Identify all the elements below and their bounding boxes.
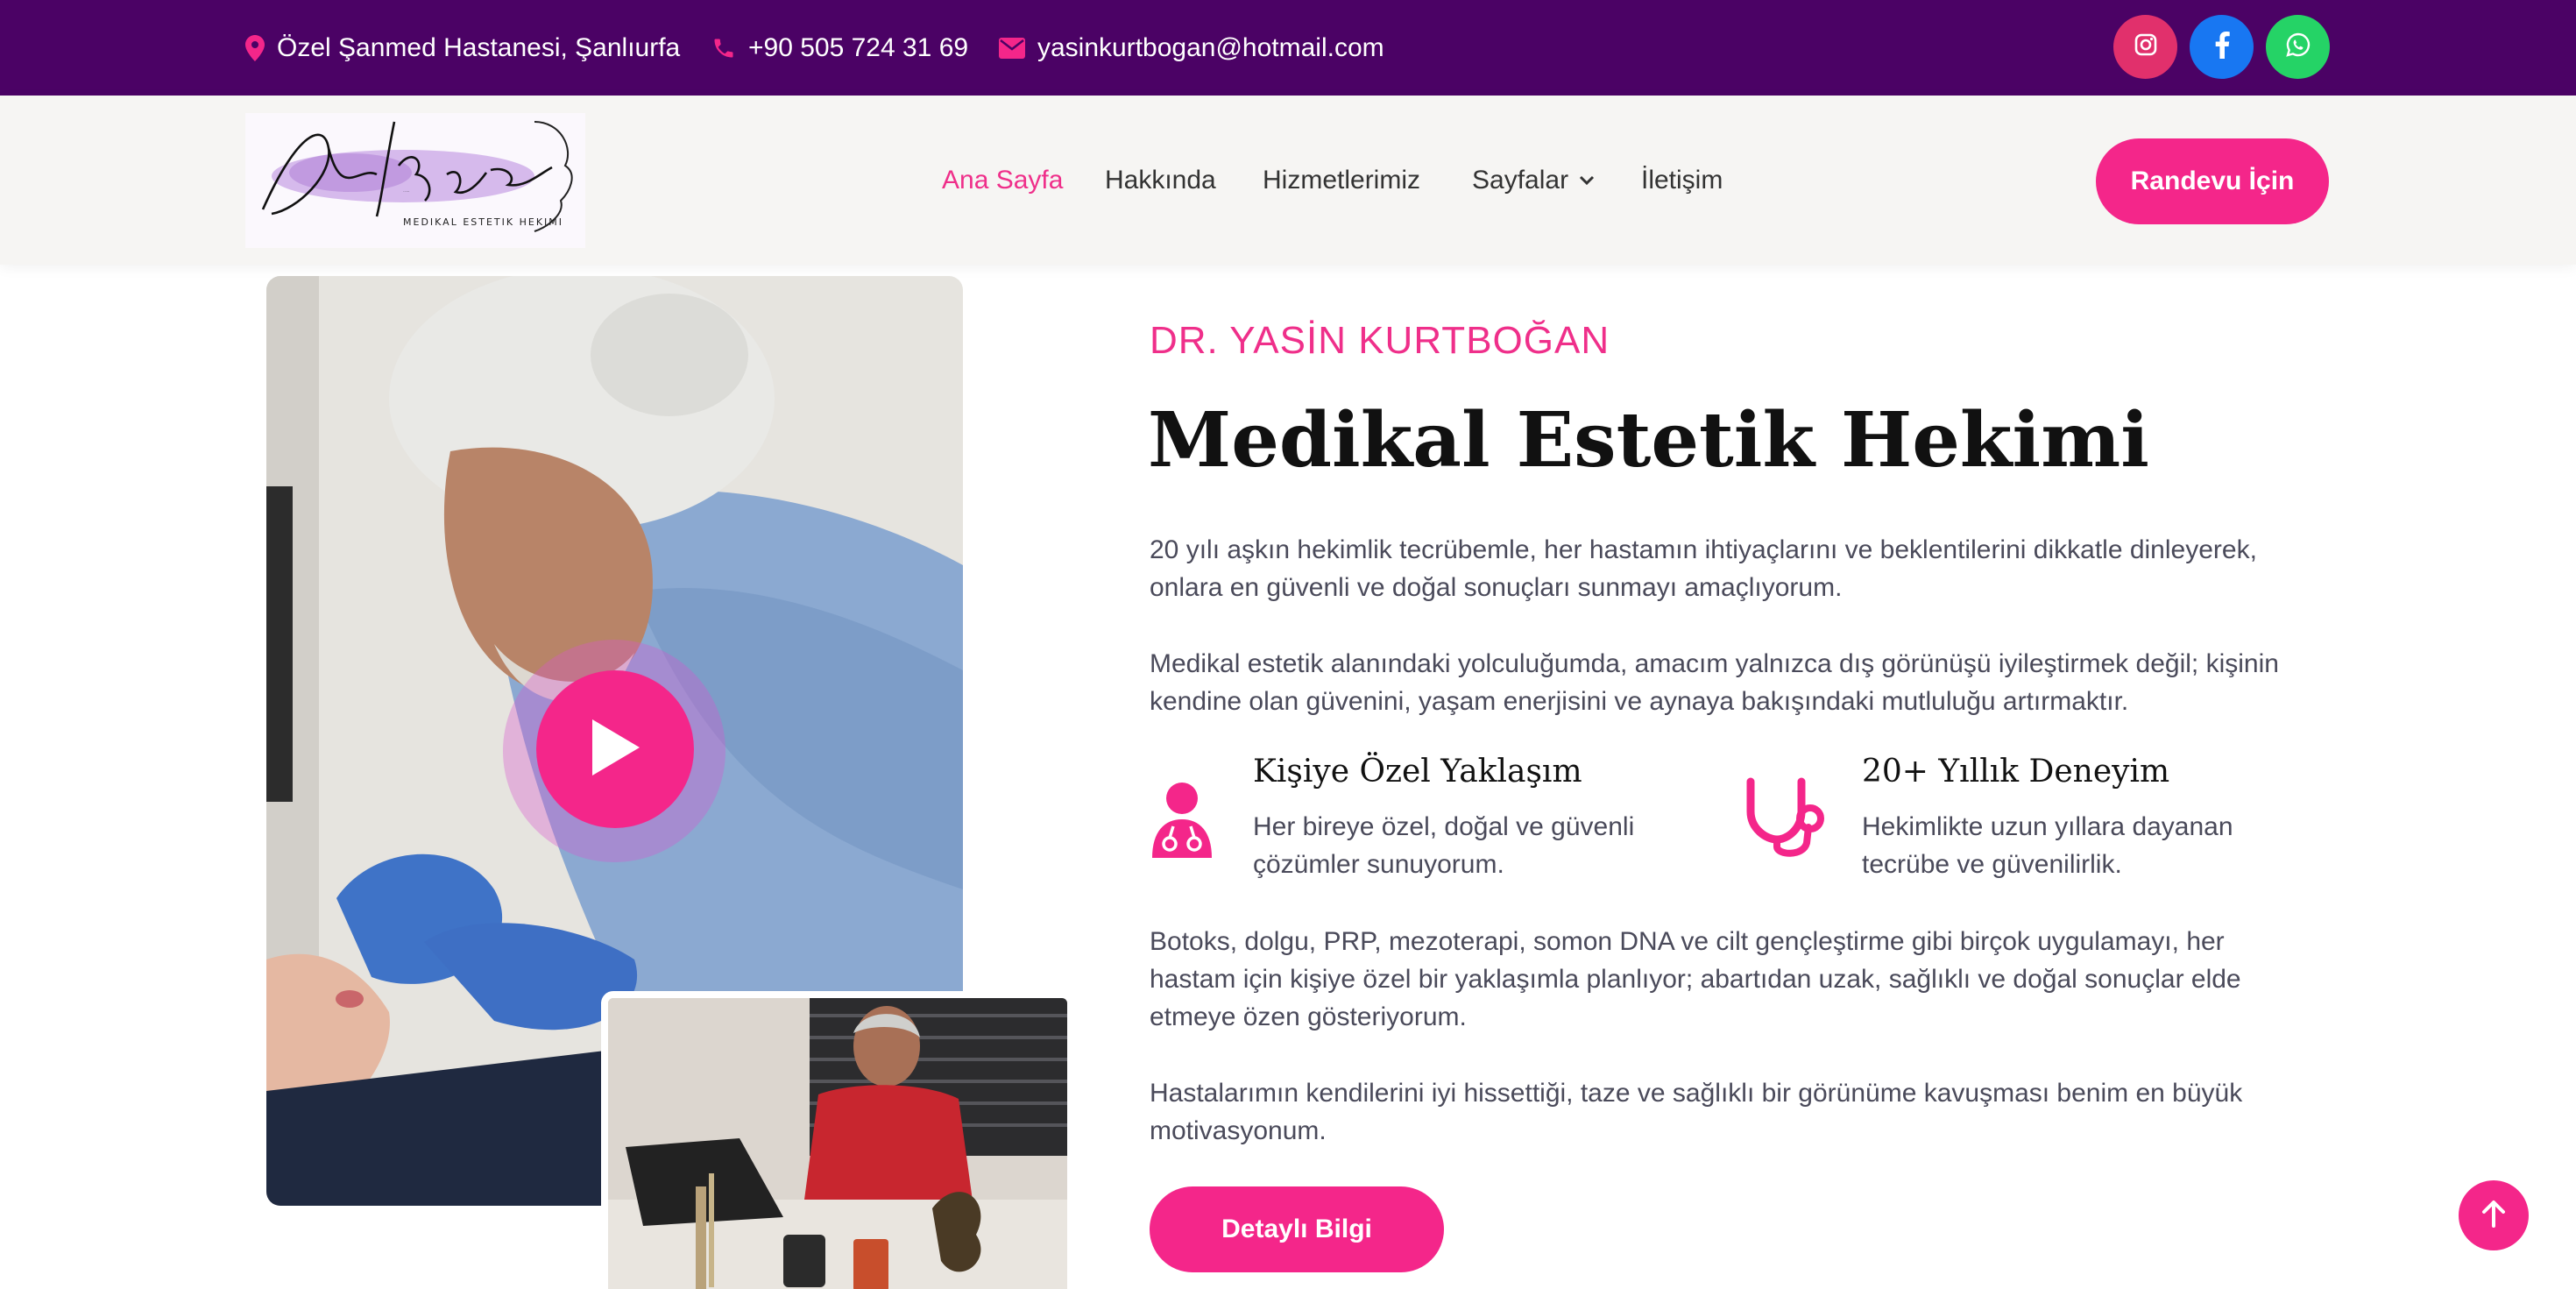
detail-info-button[interactable]: Detaylı Bilgi — [1150, 1186, 1444, 1272]
nav-services[interactable]: Hizmetlerimiz — [1263, 96, 1420, 265]
feature-title-personal: Kişiye Özel Yaklaşım — [1253, 754, 1582, 790]
doctor-office-photo — [601, 991, 1074, 1289]
appointment-button[interactable]: Randevu İçin — [2096, 138, 2329, 224]
feature-text-experience: Hekimlikte uzun yıllara dayanan tecrübe … — [1862, 812, 2233, 879]
phone-icon — [711, 36, 736, 60]
phone-item[interactable]: +90 505 724 31 69 — [711, 0, 968, 96]
facebook-button[interactable] — [2190, 15, 2254, 79]
logo-subtitle: MEDIKAL ESTETIK HEKIMI — [403, 216, 563, 228]
whatsapp-button[interactable] — [2266, 15, 2330, 79]
arrow-up-icon — [2480, 1200, 2507, 1232]
nav-home[interactable]: Ana Sayfa — [942, 96, 1063, 265]
whatsapp-icon — [2285, 32, 2311, 62]
scroll-to-top-button[interactable] — [2459, 1180, 2529, 1250]
intro-paragraph-1: 20 yılı aşkın hekimlik tecrübemle, her h… — [1150, 535, 2257, 602]
nav-pages-label: Sayfalar — [1472, 165, 1569, 195]
phone-text: +90 505 724 31 69 — [748, 32, 969, 62]
feature-text-personal: Her bireye özel, doğal ve güvenli çözüml… — [1253, 812, 1635, 879]
email-item[interactable]: yasinkurtbogan@hotmail.com — [999, 0, 1384, 96]
nav-about[interactable]: Hakkında — [1105, 96, 1216, 265]
intro-paragraph-4: Hastalarımın kendilerini iyi hissettiği,… — [1150, 1079, 2243, 1145]
address-item: Özel Şanmed Hastanesi, Şanlıurfa — [245, 0, 680, 96]
doctor-name-eyebrow: DR. YASİN KURTBOĞAN — [1150, 319, 1610, 362]
top-contact-bar: Özel Şanmed Hastanesi, Şanlıurfa +90 505… — [0, 0, 2576, 96]
section-title: Medikal Estetik Hekimi — [1148, 396, 2149, 485]
stethoscope-icon — [1742, 776, 1826, 865]
email-text: yasinkurtbogan@hotmail.com — [1037, 32, 1384, 62]
doctor-icon — [1149, 781, 1215, 864]
play-icon — [587, 716, 643, 783]
instagram-button[interactable] — [2113, 15, 2177, 79]
intro-paragraph-2: Medikal estetik alanındaki yolculuğumda,… — [1150, 649, 2279, 716]
chevron-down-icon — [1579, 175, 1595, 186]
map-pin-icon — [245, 34, 265, 61]
play-video-button[interactable] — [536, 670, 694, 828]
envelope-icon — [999, 37, 1025, 59]
instagram-icon — [2134, 33, 2157, 60]
nav-pages[interactable]: Sayfalar — [1472, 96, 1595, 265]
main-navbar: Dr. Kurtboğan MEDIKAL ESTETIK HEKIMI Ana… — [0, 96, 2576, 265]
facebook-icon — [2214, 31, 2230, 63]
feature-title-experience: 20+ Yıllık Deneyim — [1862, 754, 2170, 790]
site-logo[interactable]: Dr. Kurtboğan MEDIKAL ESTETIK HEKIMI — [245, 113, 585, 248]
address-text: Özel Şanmed Hastanesi, Şanlıurfa — [277, 32, 681, 62]
intro-paragraph-3: Botoks, dolgu, PRP, mezoterapi, somon DN… — [1150, 927, 2241, 1031]
nav-contact[interactable]: İletişim — [1641, 96, 1723, 265]
